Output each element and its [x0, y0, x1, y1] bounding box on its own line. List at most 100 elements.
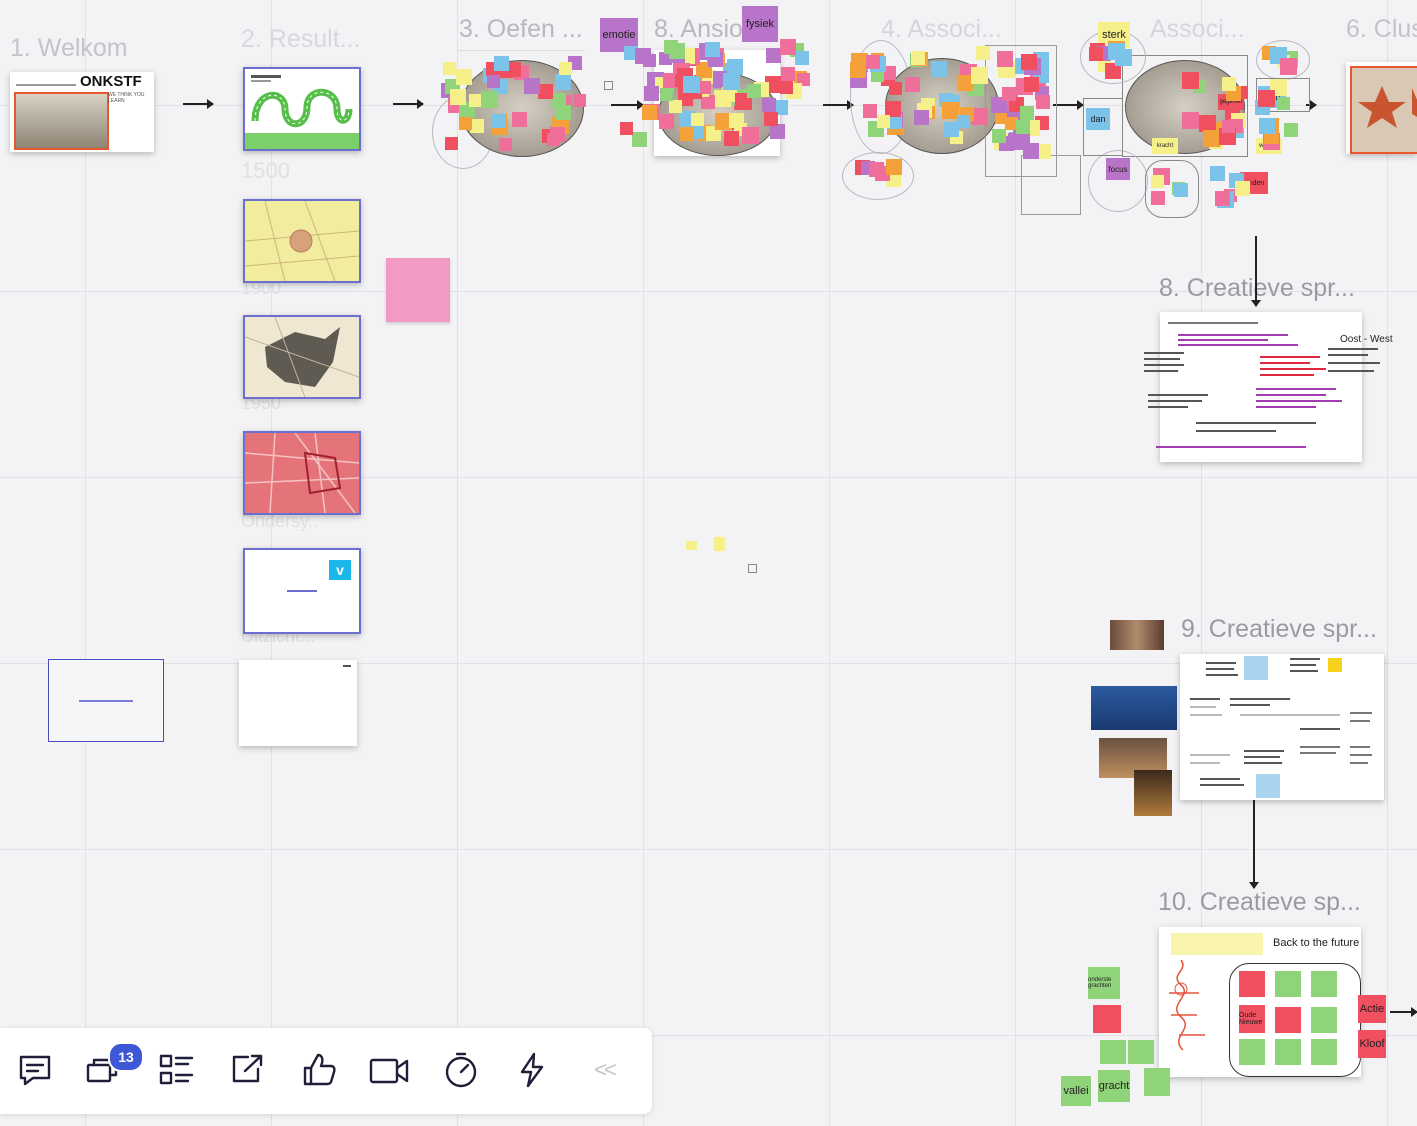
- sticky-note[interactable]: [865, 55, 880, 70]
- connector-arrow[interactable]: [1390, 1007, 1417, 1017]
- sticky-note[interactable]: [658, 114, 674, 130]
- sticky-note[interactable]: [537, 83, 553, 99]
- sticky-note[interactable]: [781, 67, 796, 82]
- yellow-sticky[interactable]: [714, 537, 725, 551]
- sticky-note[interactable]: [555, 104, 571, 120]
- sticky-note[interactable]: [769, 124, 785, 140]
- green-sticky[interactable]: [1311, 1039, 1337, 1065]
- sticky-note[interactable]: [1182, 112, 1200, 130]
- sticky-note[interactable]: [512, 112, 528, 128]
- sticky-note[interactable]: [1202, 129, 1220, 147]
- sticky-note[interactable]: [1151, 175, 1165, 189]
- sticky-fysiek[interactable]: fysiek: [742, 6, 778, 42]
- green-sticky[interactable]: [1128, 1040, 1154, 1064]
- green-sticky[interactable]: [1144, 1068, 1170, 1096]
- red-sticky[interactable]: [1093, 1005, 1121, 1033]
- sticky-note[interactable]: [691, 113, 705, 127]
- map-card-1950[interactable]: [243, 431, 361, 515]
- green-sticky[interactable]: [1311, 1007, 1337, 1033]
- frame-title-welkom[interactable]: 1. Welkom: [10, 34, 128, 63]
- sticky-note[interactable]: [444, 136, 458, 150]
- sticky-note[interactable]: [1020, 54, 1037, 71]
- red-sticky[interactable]: [1239, 971, 1265, 997]
- sticky-note[interactable]: [1001, 87, 1016, 102]
- video-card[interactable]: v: [243, 548, 361, 634]
- sticky-note[interactable]: [1276, 97, 1290, 111]
- sticky-note[interactable]: [795, 51, 810, 66]
- sticky-note[interactable]: [669, 42, 686, 59]
- map-card-route[interactable]: [243, 67, 361, 151]
- sticky-note[interactable]: [722, 73, 740, 91]
- link-text-line[interactable]: [79, 700, 133, 702]
- green-sticky[interactable]: [1100, 1040, 1126, 1064]
- sticky-note[interactable]: [1024, 76, 1040, 92]
- sticky-note[interactable]: [1222, 119, 1236, 133]
- timer-icon[interactable]: [439, 1048, 483, 1092]
- sticky-note[interactable]: [642, 104, 658, 120]
- collapse-toolbar-button[interactable]: <<: [582, 1048, 626, 1092]
- sticky-note[interactable]: [723, 131, 739, 147]
- empty-frame[interactable]: [1021, 155, 1081, 215]
- sticky-note[interactable]: [876, 114, 890, 128]
- sticky-note[interactable]: [1174, 183, 1189, 198]
- frame-title-result[interactable]: 2. Result...: [241, 25, 361, 54]
- sticky-dan[interactable]: dan: [1086, 108, 1110, 130]
- creatieve-9-card[interactable]: [1180, 654, 1384, 800]
- sticky-note[interactable]: [970, 66, 988, 84]
- sticky-note[interactable]: [886, 159, 903, 176]
- sticky-note[interactable]: [863, 104, 878, 119]
- sticky-note[interactable]: [1108, 43, 1126, 61]
- clus-card[interactable]: [1346, 62, 1417, 154]
- video-call-icon[interactable]: [367, 1048, 411, 1092]
- photo-thumbnail[interactable]: [1110, 620, 1164, 650]
- sticky-note[interactable]: [705, 41, 721, 57]
- creatieve-8-card[interactable]: Oost - West: [1144, 312, 1393, 462]
- sticky-note[interactable]: [468, 94, 482, 108]
- sticky-note[interactable]: [726, 58, 743, 75]
- frame-title-creatieve-10[interactable]: 10. Creatieve sp...: [1158, 888, 1361, 917]
- connector-arrow[interactable]: [823, 100, 854, 110]
- sticky-note[interactable]: [747, 84, 762, 99]
- connector-arrow[interactable]: [1053, 100, 1084, 110]
- sticky-note[interactable]: [910, 50, 925, 65]
- map-card-1500[interactable]: [243, 199, 361, 283]
- pink-sticky-note[interactable]: [386, 258, 450, 322]
- sticky-note[interactable]: [941, 101, 959, 119]
- sticky-note[interactable]: [631, 132, 647, 148]
- photo-thumbnail[interactable]: [1134, 770, 1172, 816]
- yellow-sticky[interactable]: [686, 541, 697, 550]
- comments-icon[interactable]: [13, 1048, 57, 1092]
- frame-title-clus[interactable]: 6. Clus: [1346, 15, 1417, 44]
- lightning-icon[interactable]: [510, 1048, 554, 1092]
- sticky-note[interactable]: [1150, 191, 1165, 206]
- sticky-note[interactable]: [523, 77, 540, 94]
- sticky-note[interactable]: [1258, 117, 1275, 134]
- sticky-note[interactable]: [558, 62, 572, 76]
- sticky-note[interactable]: [996, 50, 1013, 67]
- frame-title-associ[interactable]: 4. Associ...: [881, 15, 1002, 44]
- sticky-note[interactable]: [493, 55, 509, 71]
- sticky-note[interactable]: [1181, 71, 1199, 89]
- sticky-note[interactable]: [766, 48, 782, 64]
- green-sticky[interactable]: [1311, 971, 1337, 997]
- sticky-note[interactable]: [1016, 119, 1031, 134]
- red-sticky[interactable]: [1275, 1007, 1301, 1033]
- voting-icon[interactable]: [297, 1048, 341, 1092]
- sticky-note[interactable]: [550, 126, 566, 142]
- tiny-shape[interactable]: [604, 81, 613, 90]
- sticky-note[interactable]: [1258, 90, 1276, 108]
- photo-thumbnail[interactable]: [1091, 686, 1177, 730]
- sticky-note[interactable]: [780, 80, 794, 94]
- sticky-note[interactable]: [683, 75, 701, 93]
- frame-title-oefen[interactable]: 3. Oefen ...: [459, 15, 583, 44]
- blue-sticky[interactable]: [1244, 656, 1268, 680]
- creatieve-10-card[interactable]: Back to the future Oude Nieuwe: [1159, 927, 1361, 1077]
- green-sticky[interactable]: [1239, 1039, 1265, 1065]
- connector-arrow[interactable]: [183, 99, 214, 109]
- sticky-note[interactable]: [914, 109, 930, 125]
- connector-arrow-down[interactable]: [1249, 800, 1259, 889]
- sticky-actie[interactable]: Actie: [1358, 995, 1386, 1023]
- empty-card[interactable]: [239, 660, 357, 746]
- sticky-gracht[interactable]: gracht: [1098, 1070, 1130, 1102]
- tiny-shape[interactable]: [748, 564, 757, 573]
